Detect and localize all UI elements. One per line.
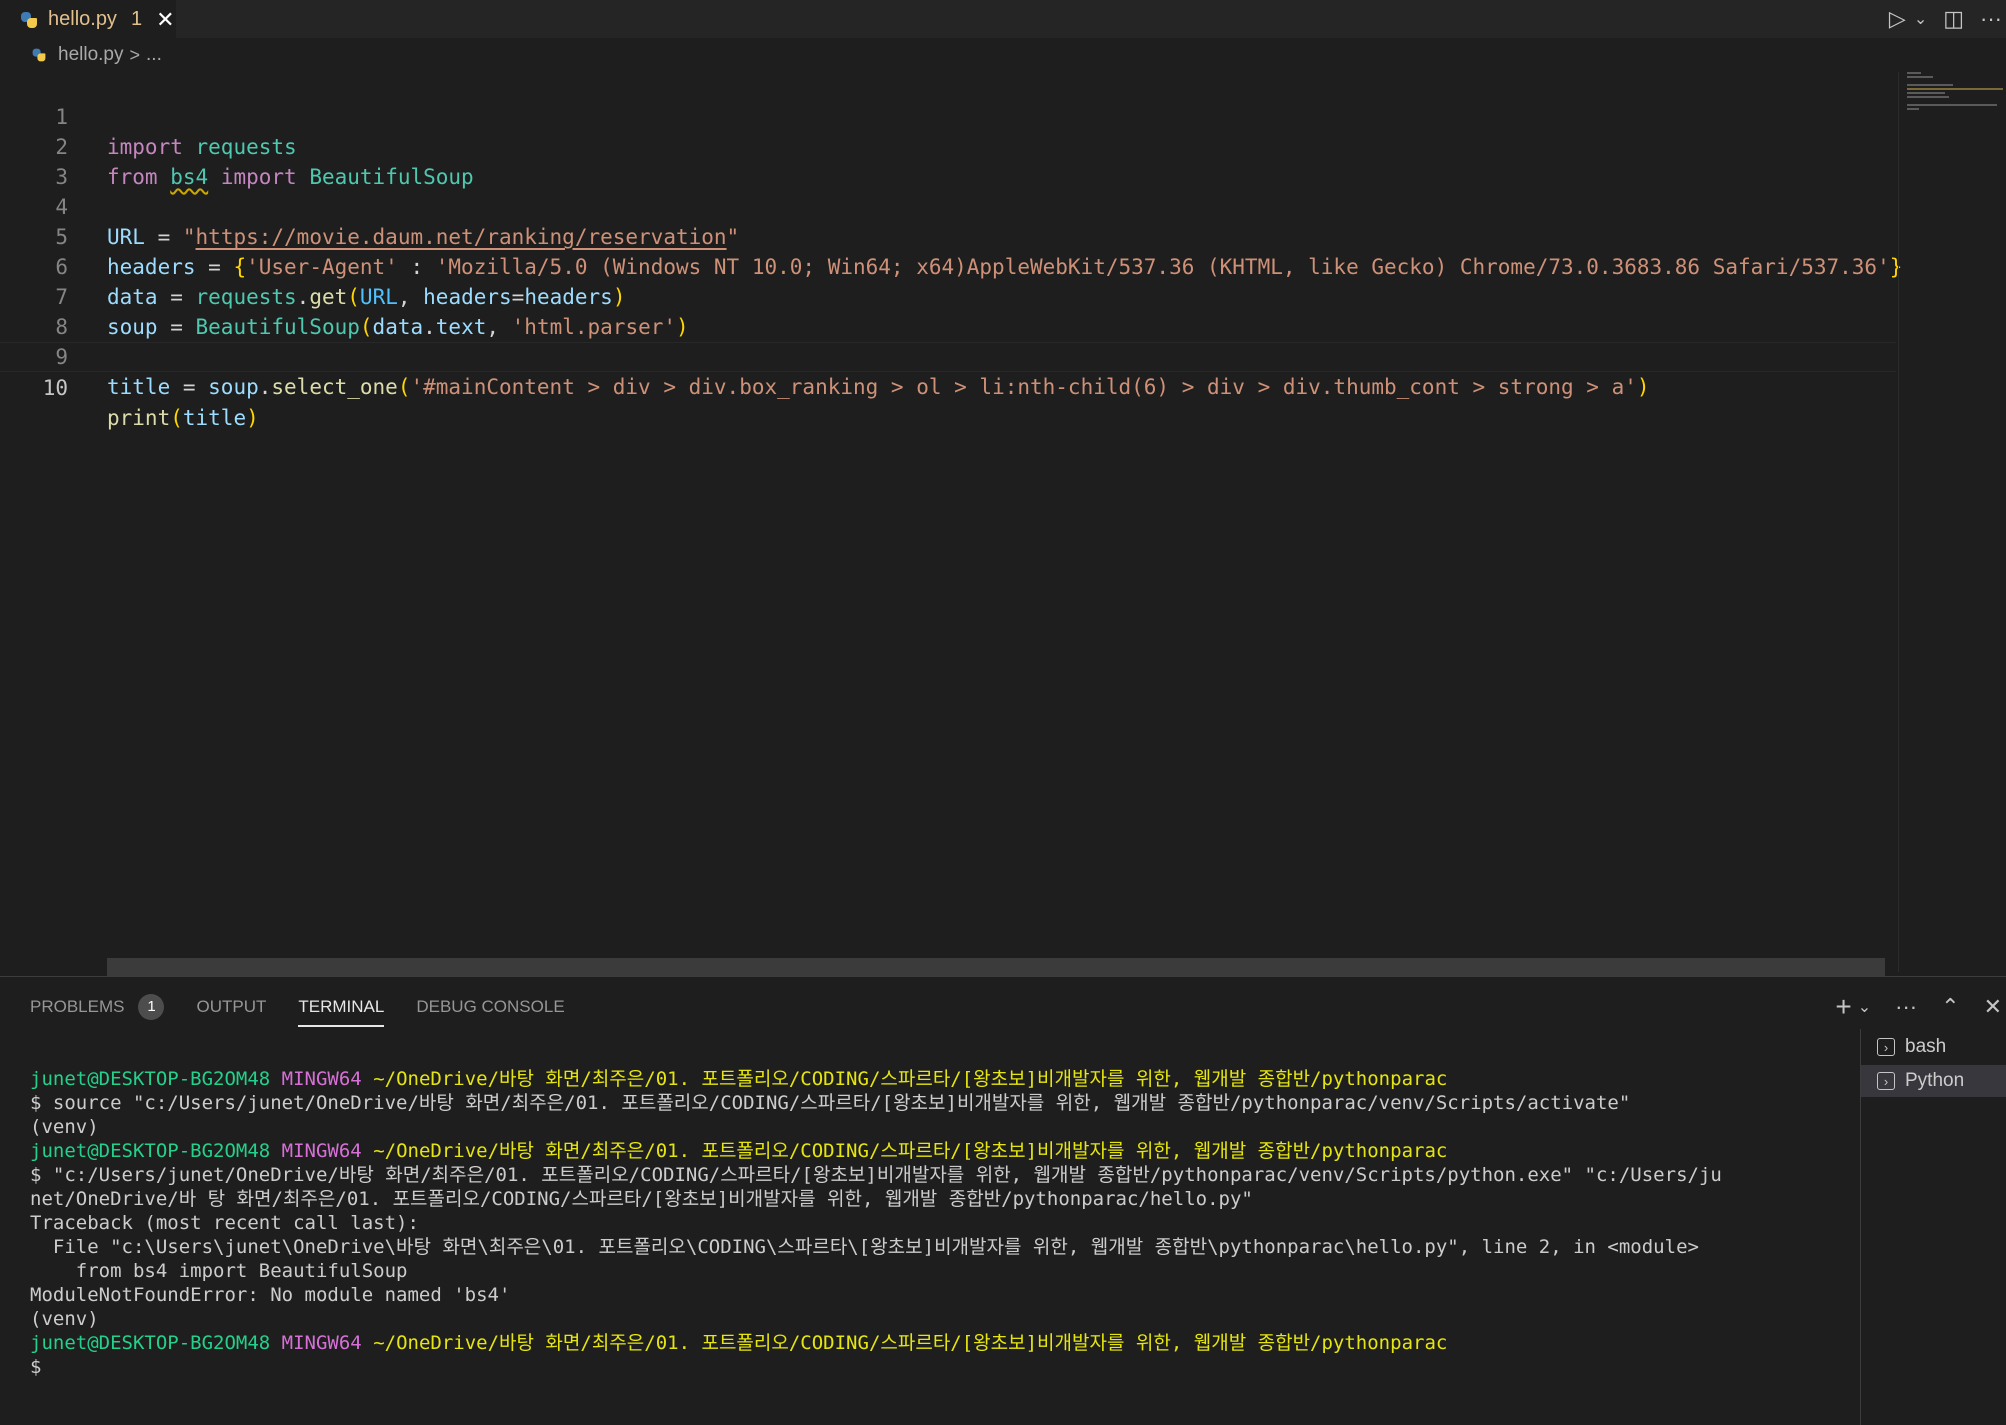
- breadcrumb: hello.py > ...: [0, 38, 162, 72]
- terminal-prompt: junet@DESKTOP-BG2OM48 MINGW64 ~/OneDrive…: [30, 1139, 1860, 1163]
- terminal-line: (venv): [30, 1116, 99, 1138]
- code-line-3: 3: [0, 132, 1896, 189]
- terminal-input-line[interactable]: $: [30, 1355, 1860, 1379]
- tab-terminal[interactable]: TERMINAL: [298, 989, 385, 1027]
- token-variable: soup: [208, 375, 259, 399]
- editor-tab-bar: hello.py 1 ✕ ▷ ⌄ ◫ ···: [0, 0, 2006, 38]
- tab-filename: hello.py: [48, 8, 117, 30]
- breadcrumb-symbols[interactable]: ...: [146, 44, 162, 66]
- token-function: print: [107, 406, 171, 430]
- chevron-right-icon: >: [129, 44, 141, 65]
- prompt-system: MINGW64: [281, 1332, 362, 1354]
- code-line-2: 2 from bs4 import BeautifulSoup: [0, 102, 1896, 189]
- tab-terminal-label: TERMINAL: [298, 997, 385, 1016]
- prompt-path: ~/OneDrive/바탕 화면/최주은/01. 포트폴리오/CODING/스파…: [373, 1140, 1448, 1162]
- horizontal-scrollbar[interactable]: [107, 958, 1885, 976]
- terminal-prompt: junet@DESKTOP-BG2OM48 MINGW64 ~/OneDrive…: [30, 1331, 1860, 1355]
- token-dot: .: [258, 375, 272, 399]
- prompt-user: junet@DESKTOP-BG2OM48: [30, 1332, 271, 1354]
- terminal-line: net/OneDrive/바 탕 화면/최주은/01. 포트폴리오/CODING…: [30, 1188, 1253, 1210]
- code-line-8: 8: [0, 282, 1896, 339]
- editor-tab-hello-py[interactable]: hello.py 1 ✕: [0, 0, 176, 38]
- prompt-path: ~/OneDrive/바탕 화면/최주은/01. 포트폴리오/CODING/스파…: [373, 1332, 1448, 1354]
- terminal-line: $ source "c:/Users/junet/OneDrive/바탕 화면/…: [30, 1092, 1631, 1114]
- token-paren: (: [170, 406, 183, 430]
- token-variable: title: [107, 375, 171, 399]
- terminal-session-label: bash: [1905, 1036, 1947, 1057]
- minimap[interactable]: [1898, 72, 2006, 972]
- terminal-session-python[interactable]: › Python: [1861, 1065, 2006, 1097]
- terminal-dropdown-chevron-icon[interactable]: ⌄: [1858, 997, 1871, 1017]
- minimap-line: [1907, 96, 1949, 98]
- run-dropdown-chevron-icon[interactable]: ⌄: [1914, 9, 1927, 29]
- problems-count-badge: 1: [138, 994, 165, 1020]
- code-line-5: 5 headers = {'User-Agent' : 'Mozilla/5.0…: [0, 192, 1902, 279]
- terminal-output[interactable]: junet@DESKTOP-BG2OM48 MINGW64 ~/OneDrive…: [30, 1067, 1860, 1417]
- tab-output-label: OUTPUT: [196, 997, 267, 1016]
- more-actions-icon[interactable]: ···: [1980, 6, 2002, 32]
- terminal-session-list: › bash › Python: [1860, 1029, 2006, 1425]
- token-paren: ): [246, 406, 259, 430]
- token-function: select_one: [271, 375, 398, 399]
- split-editor-icon[interactable]: ◫: [1943, 6, 1964, 32]
- new-terminal-icon[interactable]: +: [1835, 991, 1851, 1023]
- prompt-system: MINGW64: [281, 1068, 362, 1090]
- terminal-icon: ›: [1877, 1038, 1895, 1056]
- token-variable: title: [182, 406, 247, 430]
- prompt-user: junet@DESKTOP-BG2OM48: [30, 1140, 271, 1162]
- terminal-prompt: junet@DESKTOP-BG2OM48 MINGW64 ~/OneDrive…: [30, 1067, 1860, 1091]
- close-icon[interactable]: ✕: [156, 8, 174, 31]
- close-panel-icon[interactable]: ✕: [1984, 994, 2002, 1020]
- terminal-line: File "c:\Users\junet\OneDrive\바탕 화면\최주은\…: [30, 1236, 1699, 1258]
- terminal-error-line: ModuleNotFoundError: No module named 'bs…: [30, 1284, 511, 1306]
- minimap-line: [1907, 72, 1921, 74]
- minimap-line: [1907, 76, 1933, 78]
- token-string: '#mainContent > div > div.box_ranking > …: [410, 375, 1637, 399]
- code-line-9: 9 title = soup.select_one('#mainContent …: [0, 312, 1896, 399]
- prompt-system: MINGW64: [281, 1140, 362, 1162]
- code-line-6: 6 data = requests.get(URL, headers=heade…: [0, 222, 1896, 309]
- run-icon[interactable]: ▷: [1889, 6, 1906, 32]
- tab-debug-console-label: DEBUG CONSOLE: [416, 997, 565, 1016]
- terminal-session-label: Python: [1905, 1070, 1965, 1091]
- tab-debug-console[interactable]: DEBUG CONSOLE: [416, 989, 564, 1025]
- code-line-1: 1 import requests: [0, 72, 1896, 159]
- code-editor[interactable]: 1 import requests 2 from bs4 import Beau…: [0, 72, 1902, 972]
- editor-actions: ▷ ⌄ ◫ ···: [1889, 0, 2006, 38]
- prompt-user: junet@DESKTOP-BG2OM48: [30, 1068, 271, 1090]
- code-line-7: 7 soup = BeautifulSoup(data.text, 'html.…: [0, 252, 1896, 339]
- terminal-line: (venv): [30, 1308, 99, 1330]
- terminal-line: $ "c:/Users/junet/OneDrive/바탕 화면/최주은/01.…: [30, 1164, 1722, 1186]
- breadcrumb-file[interactable]: hello.py: [58, 44, 124, 66]
- minimap-line: [1907, 108, 1919, 110]
- maximize-panel-icon[interactable]: ⌃: [1941, 994, 1959, 1020]
- python-file-icon: [20, 11, 38, 29]
- prompt-path: ~/OneDrive/바탕 화면/최주은/01. 포트폴리오/CODING/스파…: [373, 1068, 1448, 1090]
- panel-tabs: PROBLEMS 1 OUTPUT TERMINAL DEBUG CONSOLE: [30, 989, 597, 1027]
- panel-actions: + ⌄ ··· ⌃ ✕: [1835, 989, 2006, 1025]
- tab-problems[interactable]: PROBLEMS 1: [30, 989, 165, 1025]
- more-actions-icon[interactable]: ···: [1895, 994, 1917, 1020]
- tab-problems-label: PROBLEMS: [30, 997, 125, 1016]
- bottom-panel: PROBLEMS 1 OUTPUT TERMINAL DEBUG CONSOLE…: [0, 976, 2006, 1425]
- token-paren: ): [1636, 375, 1650, 399]
- minimap-line: [1907, 104, 1997, 106]
- terminal-line: from bs4 import BeautifulSoup: [30, 1260, 408, 1282]
- tab-problem-count: 1: [130, 8, 143, 30]
- terminal-line: Traceback (most recent call last):: [30, 1212, 419, 1234]
- terminal-session-bash[interactable]: › bash: [1861, 1031, 2006, 1063]
- python-file-icon: [32, 48, 46, 62]
- token-paren: (: [397, 375, 411, 399]
- tab-output[interactable]: OUTPUT: [196, 989, 266, 1025]
- token-operator: =: [170, 375, 209, 399]
- minimap-line: [1907, 88, 2003, 90]
- code-line-10-current: 10 print(title): [0, 342, 1896, 430]
- code-line-4: 4 URL = "https://movie.daum.net/ranking/…: [0, 162, 1896, 249]
- line-number-active: 10: [42, 376, 68, 400]
- minimap-line: [1907, 92, 1945, 94]
- terminal-icon: ›: [1877, 1072, 1895, 1090]
- minimap-line: [1907, 84, 1953, 86]
